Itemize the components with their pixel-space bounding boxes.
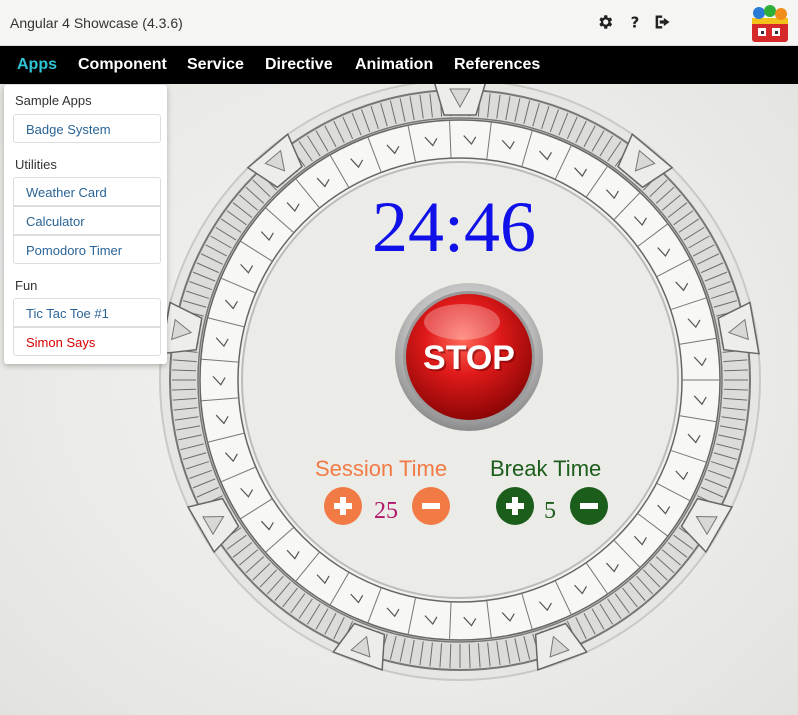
gear-icon[interactable]: [594, 11, 616, 33]
session-time-label: Session Time: [315, 456, 448, 481]
menu-header-fun: Fun: [15, 278, 38, 293]
stop-button[interactable]: STOP STOP: [394, 282, 544, 432]
timer-display: 24:46: [372, 187, 537, 267]
menu-header-sample-apps: Sample Apps: [15, 93, 92, 108]
menu-item-calculator[interactable]: Calculator: [13, 206, 161, 235]
minus-icon: [580, 503, 598, 509]
plus-icon: [506, 497, 524, 515]
title-bar: Angular 4 Showcase (4.3.6) ?: [0, 0, 798, 46]
session-increase-button[interactable]: [324, 487, 362, 525]
nav-component[interactable]: Component: [78, 56, 167, 74]
stop-label: STOP: [423, 339, 515, 377]
minus-icon: [422, 503, 440, 509]
break-decrease-button[interactable]: [570, 487, 608, 525]
nav-directive[interactable]: Directive: [265, 56, 333, 74]
session-time-value: 25: [374, 498, 398, 524]
break-time-value: 5: [544, 498, 556, 524]
nav-service[interactable]: Service: [187, 56, 244, 74]
session-decrease-button[interactable]: [412, 487, 450, 525]
menu-header-utilities: Utilities: [15, 157, 57, 172]
nav-animation[interactable]: Animation: [355, 56, 433, 74]
app-title: Angular 4 Showcase (4.3.6): [10, 15, 183, 31]
nav-references[interactable]: References: [454, 56, 540, 74]
sign-out-icon[interactable]: [652, 11, 674, 33]
menu-item-badge-system[interactable]: Badge System: [13, 114, 161, 143]
menu-item-pomodoro-timer[interactable]: Pomodoro Timer: [13, 235, 161, 264]
app-logo: [748, 4, 792, 44]
apps-dropdown-menu: Sample Apps Badge System Utilities Weath…: [4, 85, 167, 364]
help-icon[interactable]: ?: [624, 11, 646, 33]
menu-item-tic-tac-toe[interactable]: Tic Tac Toe #1: [13, 298, 161, 327]
main-navbar: Apps Component Service Directive Animati…: [0, 46, 798, 84]
plus-icon: [334, 497, 352, 515]
menu-item-weather-card[interactable]: Weather Card: [13, 177, 161, 206]
svg-text:?: ?: [631, 13, 640, 31]
nav-apps[interactable]: Apps: [17, 56, 57, 74]
break-increase-button[interactable]: [496, 487, 534, 525]
menu-item-simon-says[interactable]: Simon Says: [13, 327, 161, 356]
break-time-label: Break Time: [490, 456, 602, 481]
